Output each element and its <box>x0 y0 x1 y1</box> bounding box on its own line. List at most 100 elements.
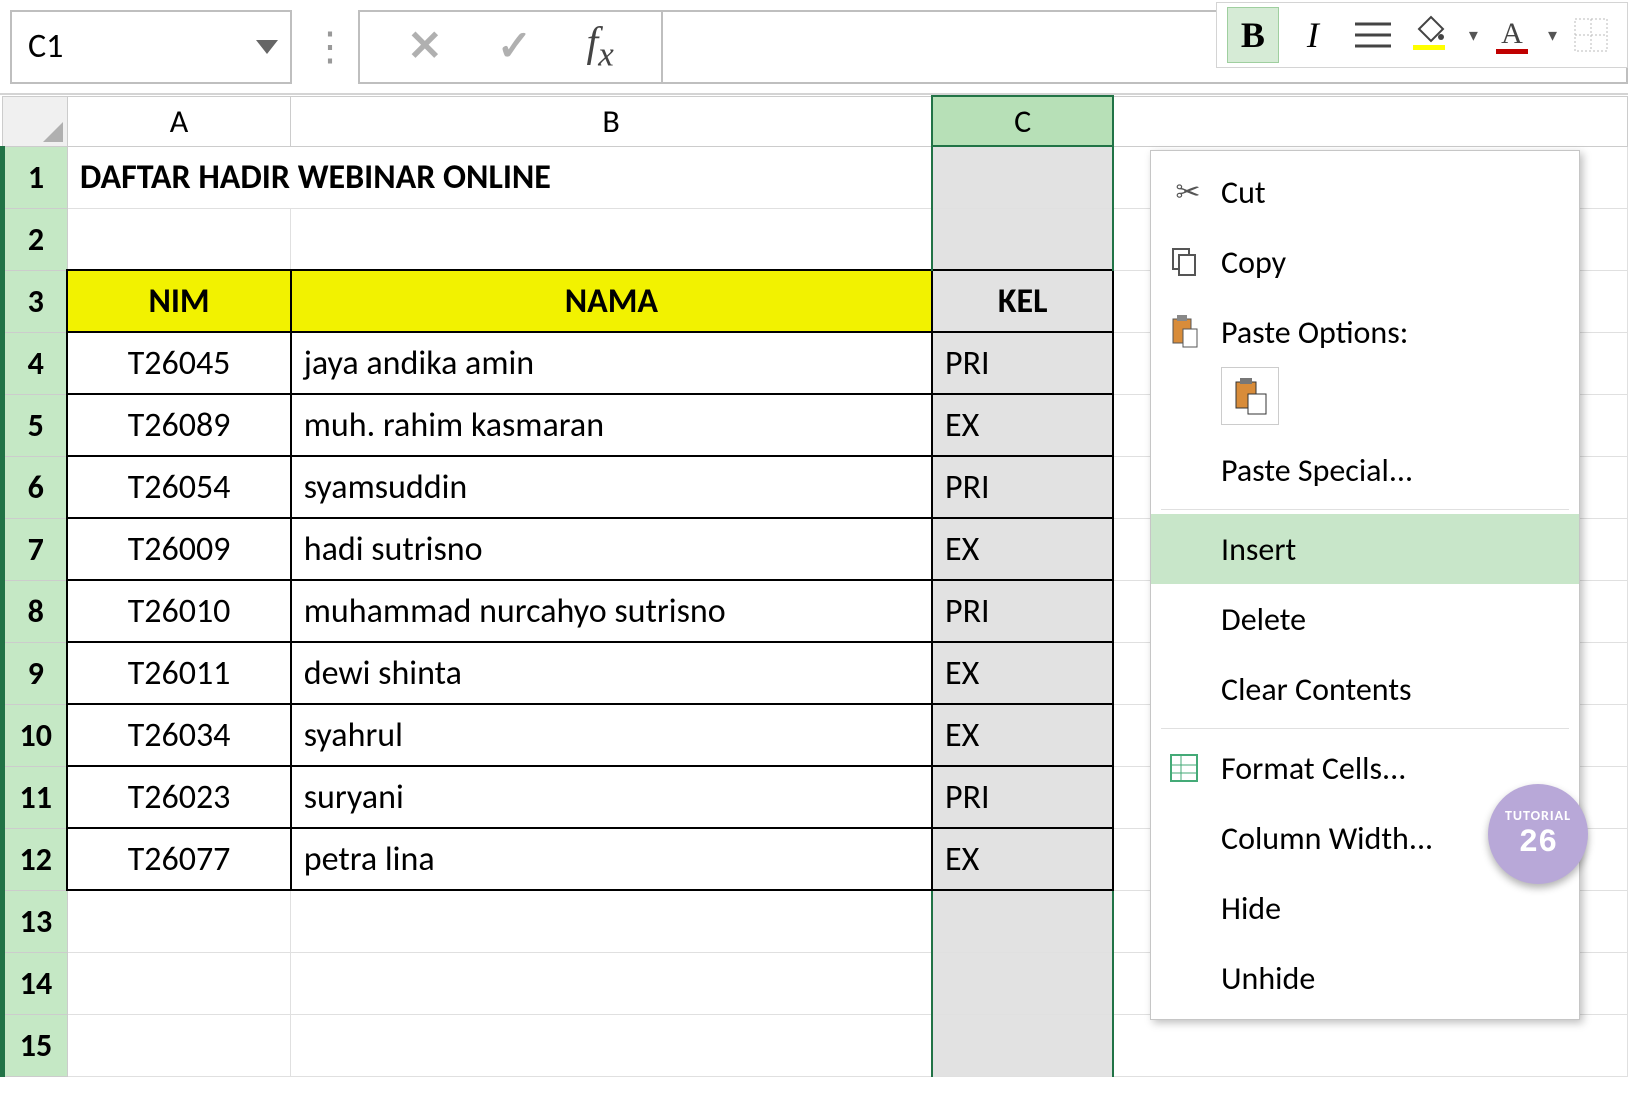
cell-nama[interactable]: muh. rahim kasmaran <box>291 394 932 456</box>
cell-kel[interactable]: EX <box>932 828 1113 890</box>
row-header[interactable]: 8 <box>3 580 68 642</box>
badge-line1: TUTORIAL <box>1505 807 1571 824</box>
cell[interactable] <box>932 952 1113 1014</box>
row-header[interactable]: 12 <box>3 828 68 890</box>
cell-nim[interactable]: T26045 <box>67 332 290 394</box>
menu-paste-options-label: Paste Options: <box>1151 297 1579 367</box>
menu-paste-special[interactable]: Paste Special... <box>1151 435 1579 505</box>
title-cell[interactable]: DAFTAR HADIR WEBINAR ONLINE <box>67 146 932 208</box>
row-header[interactable]: 7 <box>3 518 68 580</box>
row-header-2[interactable]: 2 <box>3 208 68 270</box>
menu-insert[interactable]: Insert <box>1151 514 1579 584</box>
cell-nim[interactable]: T26034 <box>67 704 290 766</box>
cell[interactable] <box>67 208 290 270</box>
fill-color-button[interactable] <box>1407 7 1459 63</box>
menu-separator <box>1161 728 1569 729</box>
cell-c2[interactable] <box>932 208 1113 270</box>
watermark-badge: TUTORIAL 26 <box>1488 784 1588 884</box>
row-header[interactable]: 14 <box>3 952 68 1014</box>
cell[interactable] <box>932 890 1113 952</box>
column-header-c[interactable]: C <box>932 96 1113 146</box>
cell-kel[interactable]: EX <box>932 518 1113 580</box>
row-header[interactable]: 5 <box>3 394 68 456</box>
menu-cut[interactable]: ✂ Cut <box>1151 157 1579 227</box>
cell-nama[interactable]: syamsuddin <box>291 456 932 518</box>
cell-kel[interactable]: PRI <box>932 456 1113 518</box>
cell-kel[interactable]: PRI <box>932 332 1113 394</box>
cell-kel[interactable]: EX <box>932 394 1113 456</box>
cell-nim[interactable]: T26011 <box>67 642 290 704</box>
bold-button[interactable]: B <box>1227 7 1279 63</box>
cell-c1[interactable] <box>932 146 1113 208</box>
menu-hide[interactable]: Hide <box>1151 873 1579 943</box>
cell-kel[interactable]: PRI <box>932 766 1113 828</box>
paste-default-button[interactable] <box>1221 367 1279 425</box>
cell-nama[interactable]: dewi shinta <box>291 642 932 704</box>
paste-options-row <box>1151 367 1579 435</box>
cell-nama[interactable]: jaya andika amin <box>291 332 932 394</box>
align-button[interactable] <box>1347 7 1399 63</box>
menu-delete[interactable]: Delete <box>1151 584 1579 654</box>
row-header[interactable]: 11 <box>3 766 68 828</box>
row-header[interactable]: 13 <box>3 890 68 952</box>
cell-nim[interactable]: T26054 <box>67 456 290 518</box>
cell[interactable] <box>932 1014 1113 1076</box>
fill-color-dropdown-icon[interactable]: ▾ <box>1469 24 1478 46</box>
cell-nama[interactable]: muhammad nurcahyo sutrisno <box>291 580 932 642</box>
header-nim[interactable]: NIM <box>67 270 290 332</box>
row-header[interactable]: 4 <box>3 332 68 394</box>
font-color-button[interactable]: A <box>1486 7 1538 63</box>
italic-button[interactable]: I <box>1287 7 1339 63</box>
header-nama[interactable]: NAMA <box>291 270 932 332</box>
header-kelas[interactable]: KEL <box>932 270 1113 332</box>
cell[interactable] <box>1113 1014 1627 1076</box>
paste-icon <box>1169 315 1207 349</box>
row-header[interactable]: 15 <box>3 1014 68 1076</box>
formula-buttons: ✕ ✓ fx <box>358 10 663 84</box>
name-box-value: C1 <box>28 26 63 67</box>
row-header[interactable]: 9 <box>3 642 68 704</box>
cell-nim[interactable]: T26010 <box>67 580 290 642</box>
cell[interactable] <box>67 952 290 1014</box>
menu-unhide[interactable]: Unhide <box>1151 943 1579 1013</box>
cell[interactable] <box>67 1014 290 1076</box>
cell-nim[interactable]: T26089 <box>67 394 290 456</box>
menu-separator <box>1161 509 1569 510</box>
cell[interactable] <box>291 208 932 270</box>
fx-icon[interactable]: fx <box>587 19 614 74</box>
select-all-corner[interactable] <box>3 96 68 146</box>
cell-nama[interactable]: syahrul <box>291 704 932 766</box>
cell[interactable] <box>67 890 290 952</box>
row-header[interactable]: 10 <box>3 704 68 766</box>
column-header-a[interactable]: A <box>67 96 290 146</box>
borders-button[interactable] <box>1565 7 1617 63</box>
column-header-blank[interactable] <box>1113 96 1627 146</box>
row-header[interactable]: 6 <box>3 456 68 518</box>
menu-clear-contents[interactable]: Clear Contents <box>1151 654 1579 724</box>
svg-text:A: A <box>1501 17 1523 50</box>
cell-nim[interactable]: T26077 <box>67 828 290 890</box>
format-cells-icon <box>1169 753 1207 783</box>
cell-kel[interactable]: EX <box>932 704 1113 766</box>
cell-nama[interactable]: petra lina <box>291 828 932 890</box>
cell-nim[interactable]: T26009 <box>67 518 290 580</box>
cell-nama[interactable]: hadi sutrisno <box>291 518 932 580</box>
cell[interactable] <box>291 890 932 952</box>
menu-copy[interactable]: Copy <box>1151 227 1579 297</box>
row-header-1[interactable]: 1 <box>3 146 68 208</box>
cell-nim[interactable]: T26023 <box>67 766 290 828</box>
name-box[interactable]: C1 <box>10 10 292 84</box>
cell-kel[interactable]: PRI <box>932 580 1113 642</box>
cell-nama[interactable]: suryani <box>291 766 932 828</box>
name-box-dropdown-icon[interactable] <box>256 40 278 54</box>
cancel-icon[interactable]: ✕ <box>407 21 442 72</box>
font-color-dropdown-icon[interactable]: ▾ <box>1548 24 1557 46</box>
cell[interactable] <box>291 1014 932 1076</box>
cut-icon: ✂ <box>1169 174 1207 211</box>
row-header-3[interactable]: 3 <box>3 270 68 332</box>
column-header-b[interactable]: B <box>291 96 932 146</box>
copy-icon <box>1169 247 1207 277</box>
cell[interactable] <box>291 952 932 1014</box>
enter-icon[interactable]: ✓ <box>497 21 532 72</box>
cell-kel[interactable]: EX <box>932 642 1113 704</box>
